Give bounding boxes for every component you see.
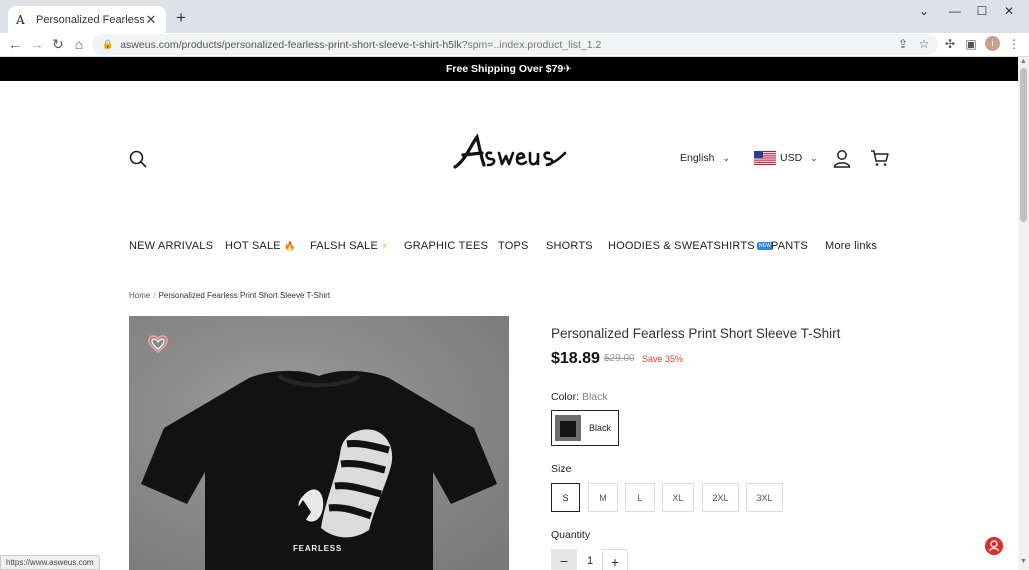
compare-price: $29.00	[604, 353, 635, 364]
tshirt-print-text: FEARLESS	[293, 544, 342, 553]
nav-more-links[interactable]: More links	[825, 240, 877, 252]
browser-tab[interactable]: A Personalized Fearless Print Short ✕	[8, 6, 166, 33]
status-bar-url: https://www.asweus.com	[0, 555, 100, 570]
bookmark-star-icon[interactable]: ☆	[916, 37, 932, 51]
chevron-down-icon: ⌄	[722, 153, 730, 163]
tshirt-image: FEARLESS	[141, 370, 497, 570]
color-swatch-black[interactable]: Black	[551, 410, 619, 446]
color-swatch-image	[555, 415, 581, 441]
announcement-bar: Free Shipping Over $79✈	[0, 57, 1018, 81]
tab-title: Personalized Fearless Print Short	[36, 13, 144, 26]
browser-tab-bar: A Personalized Fearless Print Short ✕ + …	[0, 0, 1029, 33]
nav-label: TOPS	[498, 240, 529, 252]
browser-menu-icon[interactable]: ⋮	[1006, 37, 1022, 51]
size-option[interactable]: 3XL	[746, 483, 783, 512]
maximize-icon[interactable]: ☐	[972, 4, 992, 18]
browser-toolbar: ← → ↻ ⌂ 🔒 asweus.com/products/personaliz…	[0, 33, 1029, 57]
save-badge: Save 35%	[642, 354, 684, 364]
scrollbar-thumb[interactable]	[1020, 68, 1027, 222]
window-close-icon[interactable]: ✕	[999, 4, 1019, 18]
nav-label: SHORTS	[546, 240, 593, 252]
size-option[interactable]: S	[551, 483, 580, 512]
tab-search-icon[interactable]: ⌄	[914, 4, 934, 18]
nav-pants[interactable]: PANTS	[771, 240, 808, 252]
language-selector[interactable]: English ⌄	[680, 152, 730, 164]
currency-selector[interactable]: USD ⌄	[780, 152, 818, 164]
side-panel-icon[interactable]: ▣	[963, 37, 979, 51]
nav-label: PANTS	[771, 240, 808, 252]
nav-graphic-tees[interactable]: GRAPHIC TEES	[404, 240, 488, 252]
quantity-label: Quantity	[551, 529, 591, 541]
profile-avatar[interactable]: i	[985, 36, 1000, 51]
quantity-decrease-button[interactable]: −	[551, 549, 577, 570]
size-label: Size	[551, 463, 572, 475]
breadcrumb-current: Personalized Fearless Print Short Sleeve…	[158, 291, 331, 300]
color-label-text: Color:	[551, 391, 580, 403]
currency-label: USD	[780, 152, 803, 164]
product-title: Personalized Fearless Print Short Sleeve…	[551, 326, 841, 341]
nav-label: NEW ARRIVALS	[129, 240, 214, 252]
nav-shorts[interactable]: SHORTS	[546, 240, 593, 252]
chat-widget-icon[interactable]	[985, 537, 1003, 555]
fire-icon: 🔥	[284, 241, 296, 251]
minimize-icon[interactable]: —	[945, 4, 965, 18]
nav-label: GRAPHIC TEES	[404, 240, 489, 252]
reload-icon[interactable]: ↻	[49, 36, 67, 53]
nav-label: HOT SALE	[225, 240, 281, 252]
quantity-input[interactable]: 1	[583, 555, 597, 567]
site-favicon-icon: A	[16, 12, 25, 27]
color-value: Black	[581, 391, 608, 403]
quantity-increase-button[interactable]: +	[602, 549, 628, 570]
us-flag-icon[interactable]	[754, 151, 776, 165]
site-logo[interactable]	[451, 131, 569, 175]
chevron-down-icon: ⌄	[810, 153, 818, 163]
nav-hoodies-sweatshirts[interactable]: HOODIES & SWEATSHIRTS NEW	[608, 240, 774, 252]
url-main: asweus.com/products/personalized-fearles…	[120, 38, 462, 51]
scroll-up-icon[interactable]: ▲	[1020, 58, 1027, 65]
lock-icon: 🔒	[102, 39, 114, 49]
product-price: $18.89	[551, 350, 600, 367]
lightning-icon: ⚡	[381, 241, 388, 251]
size-option[interactable]: L	[625, 483, 655, 512]
account-icon[interactable]	[833, 149, 851, 168]
breadcrumb: Home / Personalized Fearless Print Short S…	[129, 291, 330, 300]
back-icon[interactable]: ←	[6, 36, 24, 52]
address-bar[interactable]: 🔒 asweus.com/products/personalized-fearl…	[92, 34, 938, 55]
scroll-down-icon[interactable]: ▼	[1020, 558, 1027, 565]
heart-icon[interactable]	[148, 335, 168, 353]
size-option[interactable]: XL	[662, 483, 694, 512]
cart-icon[interactable]	[870, 149, 889, 167]
nav-label: FALSH SALE	[310, 240, 379, 252]
home-icon[interactable]: ⌂	[70, 36, 88, 52]
nav-new-arrivals[interactable]: NEW ARRIVALS	[129, 240, 213, 252]
forward-icon[interactable]: →	[28, 36, 46, 52]
size-option[interactable]: M	[588, 483, 618, 512]
new-tab-icon[interactable]: +	[172, 8, 190, 28]
nav-label: HOODIES & SWEATSHIRTS	[608, 240, 755, 252]
color-swatch-label: Black	[589, 423, 612, 433]
nav-hot-sale[interactable]: HOT SALE 🔥	[225, 240, 295, 252]
language-label: English	[680, 152, 715, 164]
url-query: ?spm=..index.product_list_1.2	[461, 38, 602, 51]
product-image[interactable]: FEARLESS	[129, 316, 509, 570]
breadcrumb-separator: /	[153, 291, 156, 300]
nav-tops[interactable]: TOPS	[498, 240, 529, 252]
tab-close-icon[interactable]: ✕	[144, 12, 158, 28]
nav-label: More links	[825, 240, 878, 252]
size-option[interactable]: 2XL	[702, 483, 739, 512]
nav-flash-sale[interactable]: FALSH SALE ⚡	[310, 240, 388, 252]
search-icon[interactable]	[128, 149, 148, 169]
share-icon[interactable]: ⇪	[895, 37, 911, 51]
color-label: Color: Black	[551, 391, 608, 403]
breadcrumb-home[interactable]: Home	[129, 291, 150, 300]
extensions-icon[interactable]: ✣	[942, 37, 958, 51]
